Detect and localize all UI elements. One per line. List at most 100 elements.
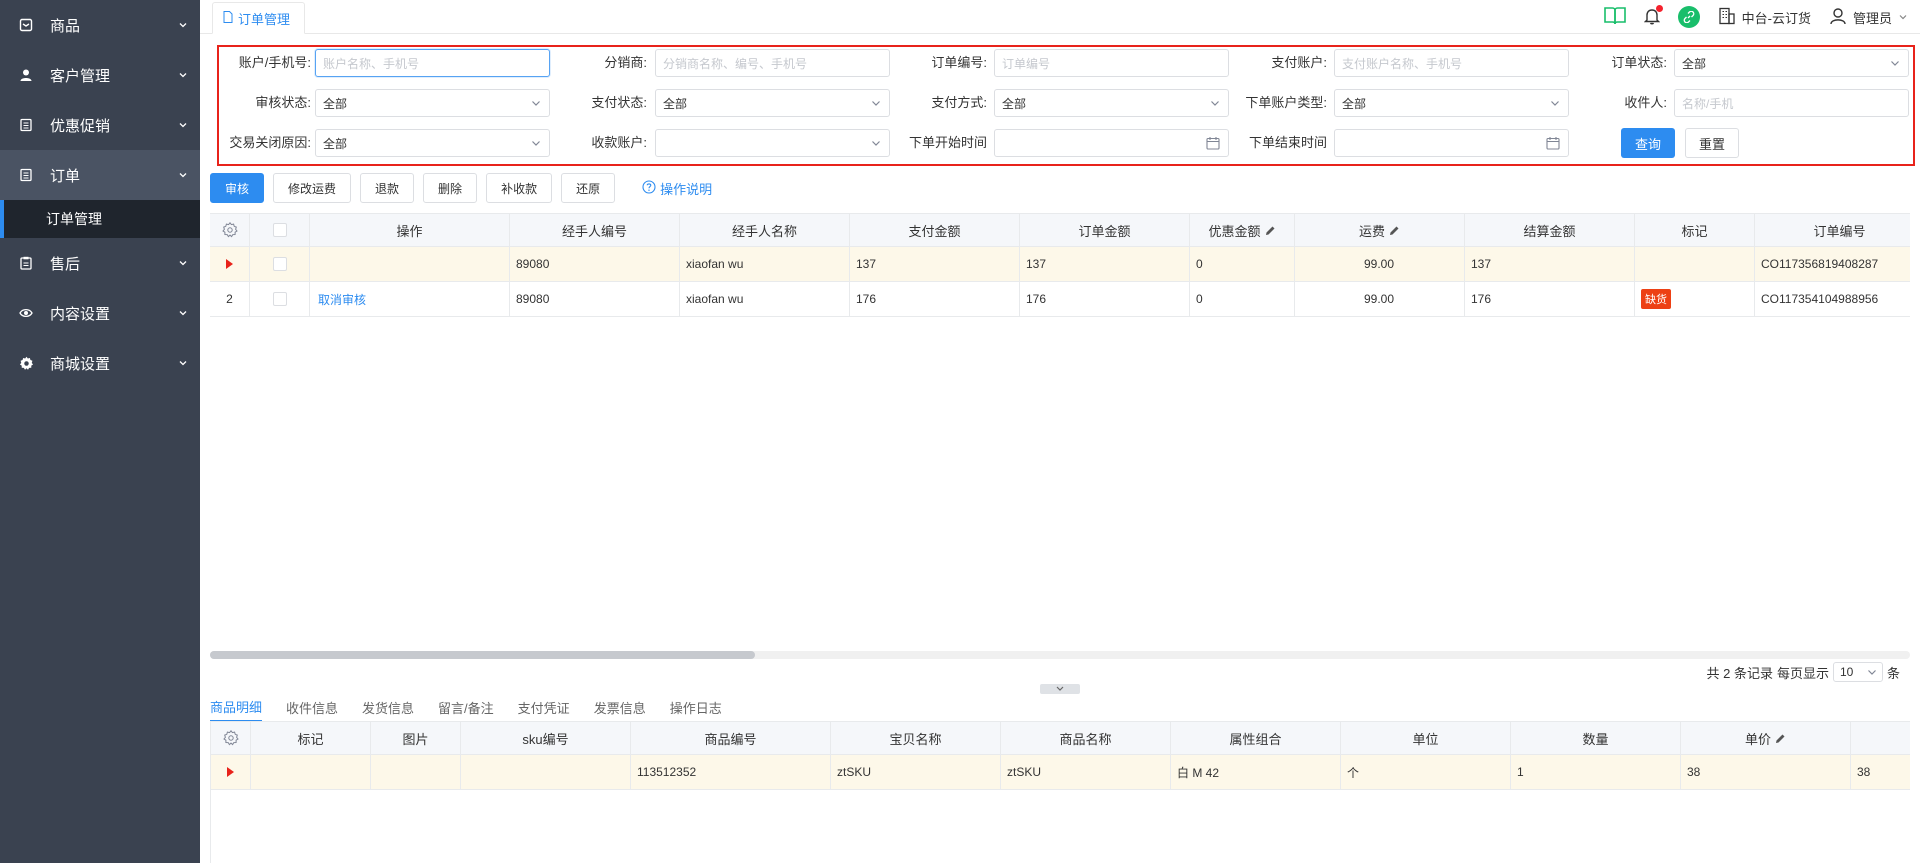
tab-product-detail[interactable]: 商品明细 [210,692,263,722]
column-header: 经手人名称 [680,214,850,246]
play-icon[interactable] [227,767,234,777]
user-name: 管理员 [1852,10,1892,26]
end-time-picker[interactable] [1334,129,1569,157]
column-header: 宝贝名称 [831,722,1001,754]
pencil-icon[interactable] [1389,225,1400,236]
pay-method-select[interactable]: 全部 [994,89,1229,117]
supplement-payment-button[interactable]: 补收款 [486,173,553,203]
gear-icon [18,355,34,371]
pay-status-select[interactable]: 全部 [655,89,890,117]
column-header: 操作 [310,214,510,246]
items-table: 标记 图片 sku编号 商品编号 宝贝名称 商品名称 属性组合 单位 数量 单价… [210,721,1910,863]
tab-payment-voucher[interactable]: 支付凭证 [518,692,570,722]
tab-invoice-info[interactable]: 发票信息 [594,692,646,722]
column-settings[interactable] [210,214,250,246]
horizontal-scrollbar[interactable] [210,651,1910,659]
scroll-thumb[interactable] [210,651,755,659]
baby-name-cell: ztSKU [831,755,1001,789]
sidebar-item-promotions[interactable]: 优惠促销 [0,100,200,150]
sidebar-item-label: 内容设置 [50,305,111,323]
sidebar-item-content-settings[interactable]: 内容设置 [0,288,200,338]
sidebar-item-orders[interactable]: 订单 [0,150,200,200]
org-switcher[interactable]: 中台-云订货 [1718,7,1811,28]
notification-dot [1655,4,1663,12]
close-reason-select[interactable]: 全部 [315,129,550,157]
account-type-select[interactable]: 全部 [1334,89,1569,117]
handler-no-cell: 89080 [510,282,680,316]
chevron-down-icon [179,23,187,28]
pay-account-input[interactable]: 支付账户名称、手机号 [1334,49,1569,77]
link-icon[interactable] [1677,6,1700,28]
order-status-select[interactable]: 全部 [1674,49,1909,77]
panel-splitter[interactable] [1040,684,1080,694]
chevron-down-icon [179,261,187,266]
page-size-select[interactable]: 10 [1832,662,1883,682]
start-time-picker[interactable] [994,129,1229,157]
select-all-checkbox[interactable] [272,223,287,237]
column-header: 商品编号 [631,722,831,754]
sidebar-item-label: 客户管理 [50,67,111,85]
table-header: 操作 经手人编号 经手人名称 支付金额 订单金额 优惠金额 运费 结算金额 标记… [210,213,1910,247]
user-menu[interactable]: 管理员 [1829,7,1908,28]
org-name: 中台-云订货 [1741,10,1811,26]
table-row[interactable]: 113512352 ztSKU ztSKU 白 M 42 个 1 38 38 [211,755,1910,790]
pencil-icon[interactable] [1775,733,1786,744]
reset-button[interactable]: 重置 [1685,128,1739,158]
column-header-overflow [1851,722,1910,754]
play-icon[interactable] [226,259,233,269]
chevron-down-icon [532,141,540,146]
pencil-icon[interactable] [1265,225,1276,236]
list-icon [18,117,34,133]
tab-order-management[interactable]: 订单管理 [212,2,306,34]
tab-operation-log[interactable]: 操作日志 [670,692,722,722]
freight-cell: 99.00 [1295,247,1465,281]
column-header: 订单金额 [1020,214,1190,246]
help-link[interactable]: 操作说明 [642,179,712,198]
sidebar-item-after-sales[interactable]: 售后 [0,238,200,288]
audit-button[interactable]: 审核 [210,173,265,203]
start-time-label: 下单开始时间 [908,135,987,150]
receiver-input[interactable]: 名称/手机 [1674,89,1909,117]
cancel-audit-link[interactable]: 取消审核 [318,291,366,308]
row-expand-cell [211,755,251,789]
qty-cell: 1 [1511,755,1681,789]
column-settings[interactable] [211,722,251,754]
refund-button[interactable]: 退款 [360,173,415,203]
account-input[interactable]: 账户名称、手机号 [315,49,550,77]
delete-button[interactable]: 删除 [423,173,478,203]
sidebar-item-customers[interactable]: 客户管理 [0,50,200,100]
close-reason-label: 交易关闭原因: [229,135,311,150]
row-checkbox[interactable] [272,292,287,306]
sidebar-item-goods[interactable]: 商品 [0,0,200,50]
tab-receiver-info[interactable]: 收件信息 [286,692,338,722]
sidebar-subitem-order-management[interactable]: 订单管理 [0,200,200,238]
column-header: 商品名称 [1001,722,1171,754]
sidebar-item-label: 订单 [50,167,81,185]
tab-shipping-info[interactable]: 发货信息 [362,692,414,722]
product-name-cell: ztSKU [1001,755,1171,789]
bell-icon[interactable] [1643,4,1663,28]
order-amount-cell: 176 [1020,282,1190,316]
audit-status-select[interactable]: 全部 [315,89,550,117]
chevron-down-icon [1868,670,1876,675]
distributor-input[interactable]: 分销商名称、编号、手机号 [655,49,890,77]
table-row[interactable]: 89080 xiaofan wu 137 137 0 99.00 137 CO1… [210,247,1910,282]
book-icon[interactable] [1603,6,1626,29]
order-no-input[interactable]: 订单编号 [994,49,1229,77]
pay-account-label: 支付账户: [1271,55,1327,70]
mark-cell: 缺货 [1635,282,1755,316]
tab-message-notes[interactable]: 留言/备注 [438,692,494,722]
row-checkbox[interactable] [272,257,287,271]
search-button[interactable]: 查询 [1621,128,1675,158]
pay-method-label: 支付方式: [931,95,987,110]
restore-button[interactable]: 还原 [561,173,616,203]
column-header-editable: 单价 [1681,722,1851,754]
edit-freight-button[interactable]: 修改运费 [273,173,352,203]
sidebar-item-mall-settings[interactable]: 商城设置 [0,338,200,388]
account-label: 账户/手机号: [238,55,311,70]
filter-panel: 账户/手机号: 账户名称、手机号 分销商: 分销商名称、编号、手机号 订单编号:… [217,45,1915,166]
sidebar-item-label: 商城设置 [50,355,111,373]
table-row[interactable]: 2 取消审核 89080 xiaofan wu 176 176 0 99.00 … [210,282,1910,317]
receive-account-select[interactable] [655,129,890,157]
order-amount-cell: 137 [1020,247,1190,281]
